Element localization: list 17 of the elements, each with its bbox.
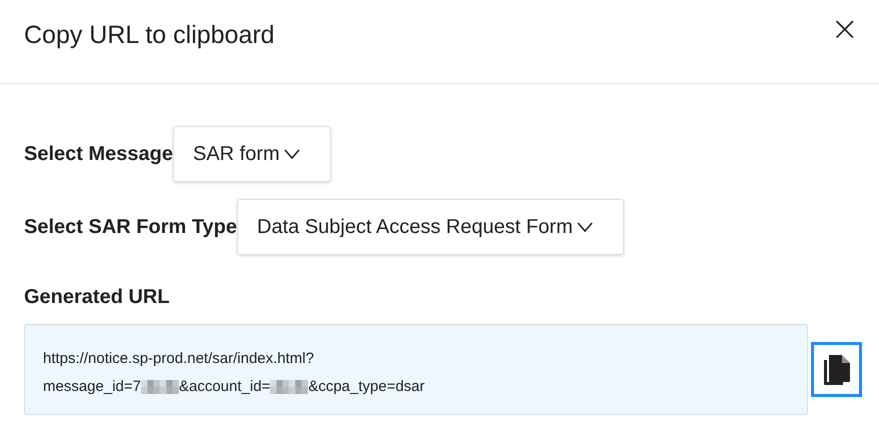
dropdown[interactable]: Data Subject Access Request Form	[237, 199, 624, 255]
copy-button[interactable]	[811, 342, 862, 397]
url-text: &ccpa_type=dsar	[308, 377, 425, 397]
chevron-down-icon	[576, 222, 593, 232]
field-label: Generated URL	[24, 286, 171, 309]
chevron-down-icon	[284, 149, 300, 159]
field-label: Select Message	[24, 142, 173, 166]
dialog-title: Copy URL to clipboard	[24, 21, 275, 50]
redacted-drawing	[270, 380, 308, 394]
copy-icon	[822, 354, 850, 386]
dropdown[interactable]: SAR form	[172, 126, 331, 182]
url-text: message_id=7	[43, 377, 141, 397]
close-button[interactable]: ×	[826, 12, 863, 46]
url-text: https://notice.sp-prod.net/sar/index.html?	[43, 349, 314, 369]
redacted-drawing	[140, 380, 179, 394]
url-text: &account_id=	[178, 377, 270, 397]
field-label: Select SAR Form Type	[24, 216, 238, 238]
